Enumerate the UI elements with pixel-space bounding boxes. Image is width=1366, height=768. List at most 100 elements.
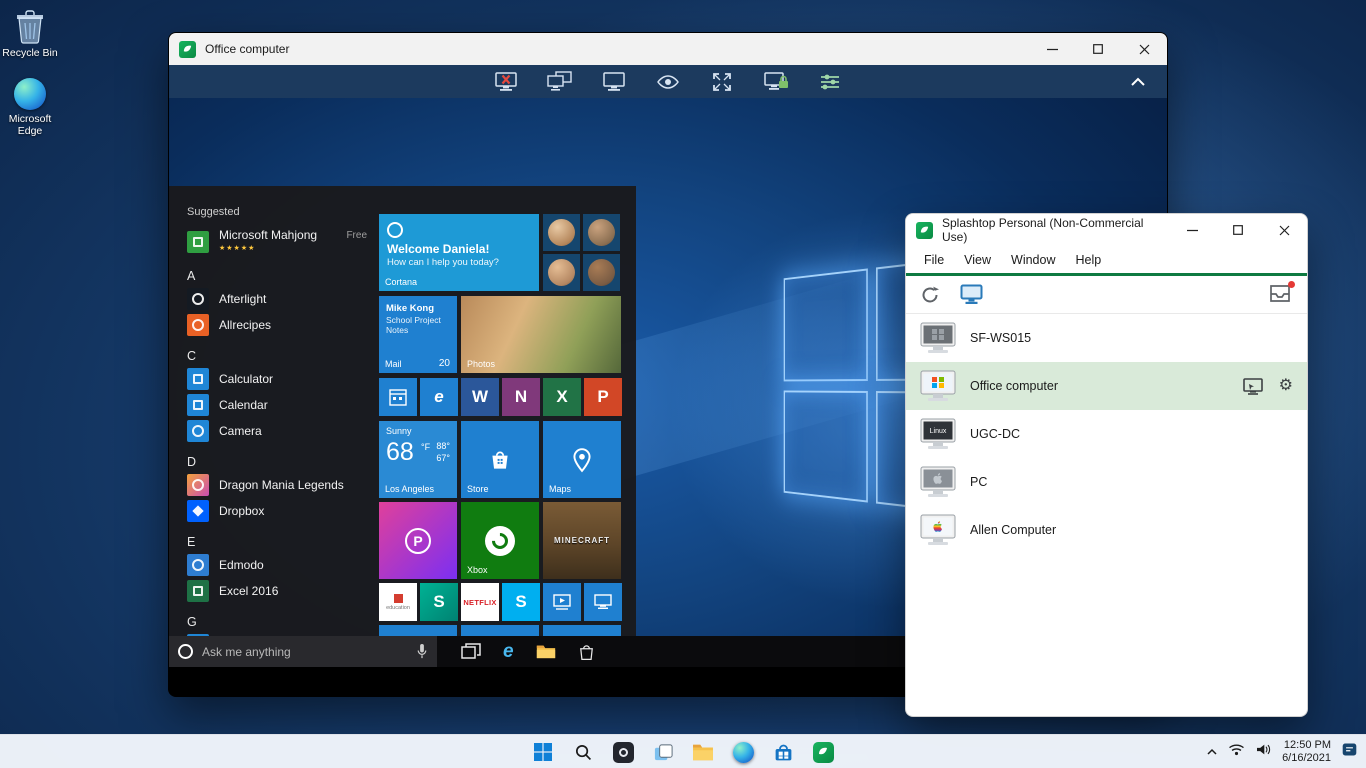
cortana-tile[interactable]: Welcome Daniela! How can I help you toda… bbox=[379, 214, 539, 291]
desktop-icon-recycle-bin[interactable]: Recycle Bin bbox=[0, 8, 60, 59]
session-toolbar bbox=[169, 65, 1167, 98]
session-settings-icon[interactable] bbox=[815, 69, 845, 95]
disconnect-icon[interactable] bbox=[491, 69, 521, 95]
lock-computer-icon[interactable] bbox=[761, 69, 791, 95]
fullscreen-icon[interactable] bbox=[707, 69, 737, 95]
excel-tile[interactable]: X bbox=[543, 378, 581, 416]
start-button[interactable] bbox=[530, 739, 556, 765]
weather-condition: Sunny bbox=[386, 426, 412, 436]
powerpoint-tile[interactable]: P bbox=[584, 378, 622, 416]
store-button[interactable] bbox=[770, 739, 796, 765]
view-options-icon[interactable] bbox=[653, 69, 683, 95]
splashtop-titlebar: Splashtop Personal (Non-Commercial Use) bbox=[906, 214, 1307, 246]
app-list-item-dropbox[interactable]: Dropbox bbox=[187, 498, 379, 524]
minecraft-tile[interactable]: MINECRAFT bbox=[543, 502, 621, 579]
app-list-item-dragon-mania[interactable]: Dragon Mania Legends bbox=[187, 472, 379, 498]
movies-tv-tile[interactable] bbox=[543, 583, 581, 621]
windows-computer-icon bbox=[920, 370, 956, 402]
sway-tile[interactable]: S bbox=[420, 583, 458, 621]
app-label: Allrecipes bbox=[219, 318, 271, 332]
computer-row-pc[interactable]: PC bbox=[906, 458, 1307, 506]
cortana-search-box[interactable] bbox=[169, 636, 437, 667]
app-list-item-camera[interactable]: Camera bbox=[187, 418, 379, 444]
calendar-tile[interactable] bbox=[379, 378, 417, 416]
tray-chevron-icon[interactable] bbox=[1206, 743, 1218, 761]
education-tile[interactable]: education bbox=[379, 583, 417, 621]
allrecipes-icon bbox=[187, 314, 209, 336]
people-tiles[interactable] bbox=[543, 214, 620, 291]
menu-file[interactable]: File bbox=[914, 249, 954, 271]
section-letter[interactable]: A bbox=[187, 266, 379, 286]
collapse-toolbar-icon[interactable] bbox=[1123, 69, 1153, 95]
menu-view[interactable]: View bbox=[954, 249, 1001, 271]
computer-row-ugc-dc[interactable]: Linux UGC-DC bbox=[906, 410, 1307, 458]
switch-monitor-icon[interactable] bbox=[545, 69, 575, 95]
section-letter[interactable]: E bbox=[187, 532, 379, 552]
section-letter[interactable]: C bbox=[187, 346, 379, 366]
store-tile[interactable]: Store bbox=[461, 421, 539, 498]
contact-avatar bbox=[548, 259, 575, 286]
tray-date: 6/16/2021 bbox=[1282, 752, 1331, 765]
store-taskbar-icon[interactable] bbox=[578, 643, 595, 661]
app-list-item-calculator[interactable]: Calculator bbox=[187, 366, 379, 392]
computer-row-allen-computer[interactable]: Allen Computer bbox=[906, 506, 1307, 554]
excel-icon: X bbox=[556, 387, 567, 407]
gear-icon[interactable]: ⚙ bbox=[1279, 378, 1293, 394]
calculator-icon bbox=[187, 368, 209, 390]
netflix-tile[interactable]: NETFLIX bbox=[461, 583, 499, 621]
mail-tile[interactable]: Mike Kong School Project Notes Mail 20 bbox=[379, 296, 457, 373]
p-app-tile[interactable]: P bbox=[379, 502, 457, 579]
notifications-icon[interactable] bbox=[1341, 741, 1358, 763]
edge-tile[interactable]: e bbox=[420, 378, 458, 416]
edge-button[interactable] bbox=[730, 739, 756, 765]
app-list-item-excel-2016[interactable]: Excel 2016 bbox=[187, 578, 379, 604]
xbox-tile[interactable]: Xbox bbox=[461, 502, 539, 579]
app-list-item-edmodo[interactable]: Edmodo bbox=[187, 552, 379, 578]
file-explorer-button[interactable] bbox=[690, 739, 716, 765]
weather-tile[interactable]: Sunny 68 °F 88° 67° Los Angeles bbox=[379, 421, 457, 498]
section-letter[interactable]: G bbox=[187, 612, 379, 632]
close-button[interactable] bbox=[1121, 33, 1167, 65]
task-view-button[interactable] bbox=[650, 739, 676, 765]
refresh-icon[interactable] bbox=[920, 285, 940, 305]
minimize-button[interactable] bbox=[1029, 33, 1075, 65]
inbox-icon[interactable] bbox=[1269, 284, 1293, 306]
app-list-item-mahjong[interactable]: Microsoft Mahjong ★★★★★ Free bbox=[187, 226, 379, 258]
maximize-button[interactable] bbox=[1075, 33, 1121, 65]
skype-tile[interactable]: S bbox=[502, 583, 540, 621]
calendar-icon bbox=[389, 388, 407, 406]
maximize-button[interactable] bbox=[1215, 214, 1261, 246]
computer-row-sf-ws015[interactable]: SF-WS015 bbox=[906, 314, 1307, 362]
computer-row-office-computer[interactable]: Office computer ⚙ bbox=[906, 362, 1307, 410]
maps-tile[interactable]: Maps bbox=[543, 421, 621, 498]
edge-taskbar-icon[interactable]: e bbox=[503, 642, 514, 661]
menu-window[interactable]: Window bbox=[1001, 249, 1065, 271]
search-button[interactable] bbox=[570, 739, 596, 765]
onenote-tile[interactable]: N bbox=[502, 378, 540, 416]
app-list-item-afterlight[interactable]: Afterlight bbox=[187, 286, 379, 312]
minimize-button[interactable] bbox=[1169, 214, 1215, 246]
photos-tile[interactable]: Photos bbox=[461, 296, 621, 373]
file-explorer-icon[interactable] bbox=[536, 643, 556, 660]
section-letter[interactable]: D bbox=[187, 452, 379, 472]
task-view-icon[interactable] bbox=[461, 643, 481, 661]
volume-icon[interactable] bbox=[1255, 743, 1272, 761]
desktop-icon-microsoft-edge[interactable]: Microsoft Edge bbox=[0, 78, 60, 137]
connect-tile[interactable] bbox=[584, 583, 622, 621]
monitor-icon[interactable] bbox=[599, 69, 629, 95]
splashtop-button[interactable] bbox=[810, 739, 836, 765]
notification-dot bbox=[1288, 281, 1295, 288]
search-input[interactable] bbox=[202, 645, 407, 659]
menu-help[interactable]: Help bbox=[1066, 249, 1112, 271]
microphone-icon[interactable] bbox=[416, 643, 428, 660]
add-computer-icon[interactable] bbox=[960, 284, 983, 305]
remote-connect-icon[interactable] bbox=[1243, 378, 1263, 395]
pinned-app-icon[interactable] bbox=[610, 739, 636, 765]
word-tile[interactable]: W bbox=[461, 378, 499, 416]
excel-icon bbox=[187, 580, 209, 602]
app-list-item-allrecipes[interactable]: Allrecipes bbox=[187, 312, 379, 338]
app-list-item-calendar[interactable]: Calendar bbox=[187, 392, 379, 418]
close-button[interactable] bbox=[1261, 214, 1307, 246]
clock[interactable]: 12:50 PM 6/16/2021 bbox=[1282, 739, 1331, 765]
network-icon[interactable] bbox=[1228, 743, 1245, 761]
